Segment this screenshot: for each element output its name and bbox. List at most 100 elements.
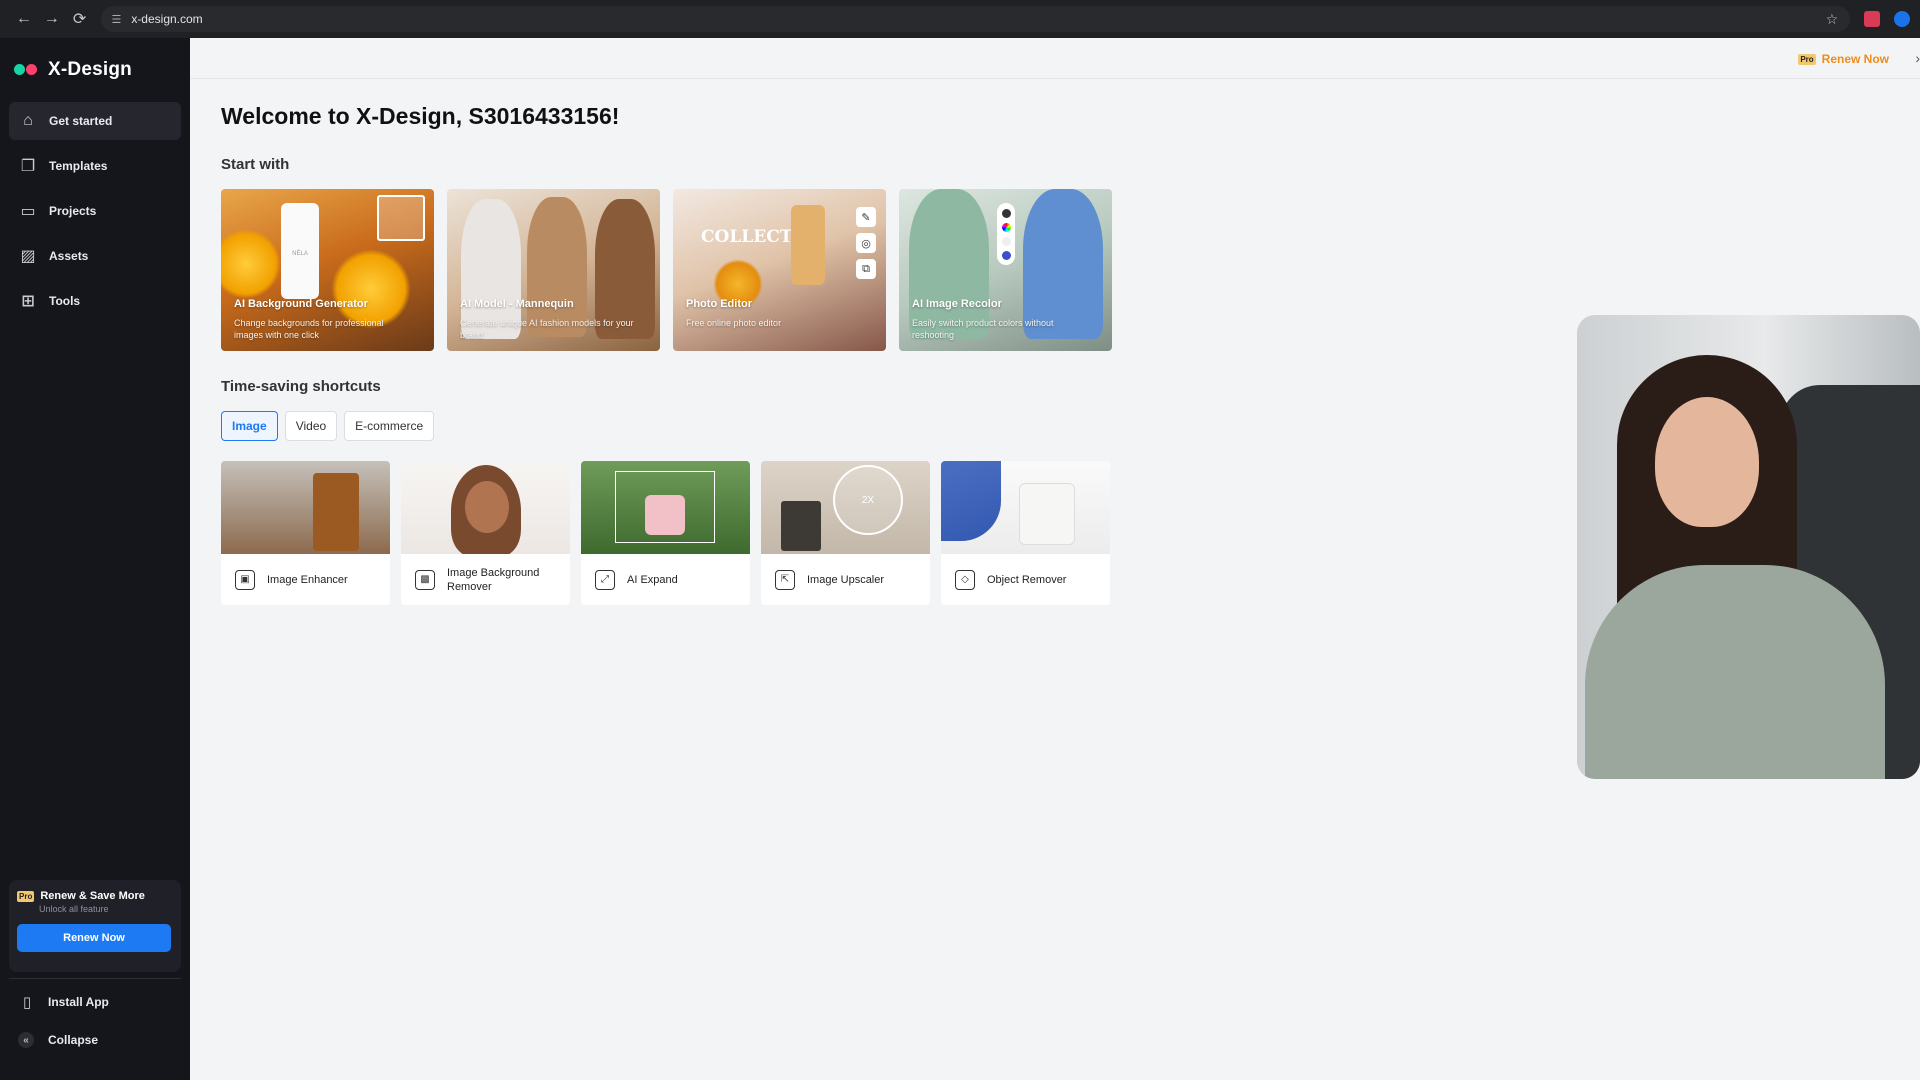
sidebar-item-tools[interactable]: ⊞ Tools [9, 282, 181, 320]
extension-icon[interactable] [1864, 11, 1881, 27]
tab-video[interactable]: Video [284, 411, 338, 441]
sidebar-item-assets[interactable]: ▨ Assets [9, 237, 181, 275]
shortcut-label: Image Enhancer [267, 573, 348, 586]
model-figure [527, 197, 587, 337]
tab-e-commerce[interactable]: E-commerce [344, 411, 435, 441]
card-ai-model-mannequin[interactable]: AI Model - Mannequin Generate unique AI … [447, 189, 660, 351]
shortcut-image-background-remover[interactable]: ▩ Image Background Remover [401, 461, 570, 605]
candle-jar [1019, 483, 1075, 545]
upscale-factor: 2X [861, 494, 875, 506]
card-photo-editor[interactable]: COLLECTIO ✎ ◎ ⧉ Photo Editor Free online… [673, 189, 886, 351]
phone-icon: ▯ [22, 994, 32, 1011]
address-bar[interactable]: ☰ x-design.com ☆ [101, 6, 1851, 32]
edit-toolbar: ✎ ◎ ⧉ [856, 207, 876, 279]
crop-icon[interactable]: ⧉ [856, 259, 876, 279]
color-swatch[interactable] [1001, 250, 1011, 260]
shortcut-cards: ▣ Image Enhancer ▩ Image Background Remo… [221, 461, 1110, 605]
magnifier-lens: 2X [833, 465, 903, 535]
brand[interactable]: X-Design [0, 38, 190, 102]
card-title: AI Image Recolor [912, 298, 1002, 310]
edit-icon[interactable]: ✎ [856, 207, 876, 227]
reload-icon[interactable]: ⟳ [66, 5, 94, 33]
renew-now-link[interactable]: Pro Renew Now [1798, 52, 1889, 66]
card-ai-image-recolor[interactable]: AI Image Recolor Easily switch product c… [899, 189, 1112, 351]
sidebar-item-get-started[interactable]: ⌂ Get started [9, 102, 181, 140]
thumbnail-preview [377, 195, 425, 241]
shortcut-ai-expand[interactable]: ⤢ AI Expand [581, 461, 750, 605]
folder-icon: ▭ [20, 203, 36, 220]
start-with-cards: NÉLA AI Background Generator Change back… [221, 189, 1112, 351]
pro-badge: Pro [17, 890, 35, 902]
product-bottle: NÉLA [281, 203, 319, 299]
card-description: Change backgrounds for professional imag… [234, 318, 384, 340]
bookmark-star-icon[interactable]: ☆ [1826, 11, 1839, 28]
install-app-button[interactable]: ▯ Install App [18, 993, 109, 1011]
close-icon[interactable]: › [1915, 50, 1920, 66]
renew-now-button[interactable]: Renew Now [17, 924, 171, 952]
shortcut-preview-image [581, 461, 750, 554]
promo-subtitle: Unlock all feature [39, 904, 109, 914]
collapse-icon: « [18, 1032, 34, 1048]
collapse-label: Collapse [48, 1033, 99, 1047]
shortcut-label: AI Expand [627, 573, 678, 586]
person-face [465, 481, 509, 533]
renew-promo-card: Pro Renew & Save More Unlock all feature… [9, 880, 181, 972]
color-picker [997, 203, 1015, 265]
x-design-logo-icon [14, 61, 40, 79]
page-title: Welcome to X-Design, S3016433156! [221, 103, 620, 129]
templates-icon: ❐ [20, 158, 36, 175]
enhance-icon: ▣ [235, 569, 255, 590]
shortcut-label: Object Remover [987, 573, 1067, 586]
perfume-bottle [313, 473, 359, 551]
tab-image[interactable]: Image [221, 411, 278, 441]
promo-title: Renew & Save More [40, 890, 145, 902]
renew-now-label: Renew Now [1821, 52, 1889, 66]
shortcut-object-remover[interactable]: ◇ Object Remover [941, 461, 1110, 605]
bg-remove-icon: ▩ [415, 569, 435, 590]
product-box [781, 501, 821, 551]
eraser-icon: ◇ [955, 569, 975, 590]
install-app-label: Install App [48, 995, 109, 1009]
start-with-heading: Start with [221, 156, 290, 173]
color-swatch[interactable] [1001, 236, 1011, 246]
card-ai-background-generator[interactable]: NÉLA AI Background Generator Change back… [221, 189, 434, 351]
shortcut-image-upscaler[interactable]: 2X ⇱ Image Upscaler [761, 461, 930, 605]
blue-flowers [941, 461, 1001, 541]
color-wheel-icon[interactable] [1001, 222, 1011, 232]
shortcut-preview-image [221, 461, 390, 554]
card-title: AI Model - Mannequin [460, 298, 574, 310]
shortcut-tabs: Image Video E-commerce [221, 411, 435, 441]
grid-icon: ⊞ [21, 293, 35, 310]
brand-name: X-Design [48, 59, 132, 80]
upscale-icon: ⇱ [775, 569, 795, 590]
shortcuts-heading: Time-saving shortcuts [221, 378, 381, 395]
adjust-icon[interactable]: ◎ [856, 233, 876, 253]
presenter-face [1655, 397, 1759, 527]
sidebar-item-templates[interactable]: ❐ Templates [9, 147, 181, 185]
bottle-brand-text: NÉLA [292, 251, 308, 257]
card-title: Photo Editor [686, 298, 752, 310]
shortcut-image-enhancer[interactable]: ▣ Image Enhancer [221, 461, 390, 605]
profile-avatar[interactable] [1894, 11, 1910, 27]
card-description: Easily switch product colors without res… [912, 318, 1054, 340]
color-swatch[interactable] [1001, 208, 1011, 218]
browser-toolbar: ← → ⟳ ☰ x-design.com ☆ [0, 0, 1920, 38]
sidebar: X-Design ⌂ Get started ❐ Templates ▭ Pro… [0, 38, 190, 1080]
handbag [645, 495, 685, 535]
divider [9, 978, 181, 979]
perfume-bottle [791, 205, 825, 285]
collapse-button[interactable]: « Collapse [18, 1032, 98, 1048]
back-icon[interactable]: ← [10, 5, 38, 33]
sidebar-item-projects[interactable]: ▭ Projects [9, 192, 181, 230]
sidebar-item-label: Projects [49, 204, 97, 218]
webcam-overlay [1577, 315, 1920, 779]
forward-icon[interactable]: → [38, 5, 66, 33]
card-title: AI Background Generator [234, 298, 368, 310]
expand-icon: ⤢ [595, 569, 615, 590]
shortcut-preview-image [941, 461, 1110, 554]
shortcut-label: Image Background Remover [447, 566, 540, 593]
flower-decoration [221, 229, 281, 299]
presenter-body [1585, 565, 1885, 779]
site-info-icon[interactable]: ☰ [111, 13, 121, 26]
url-text: x-design.com [131, 12, 203, 26]
